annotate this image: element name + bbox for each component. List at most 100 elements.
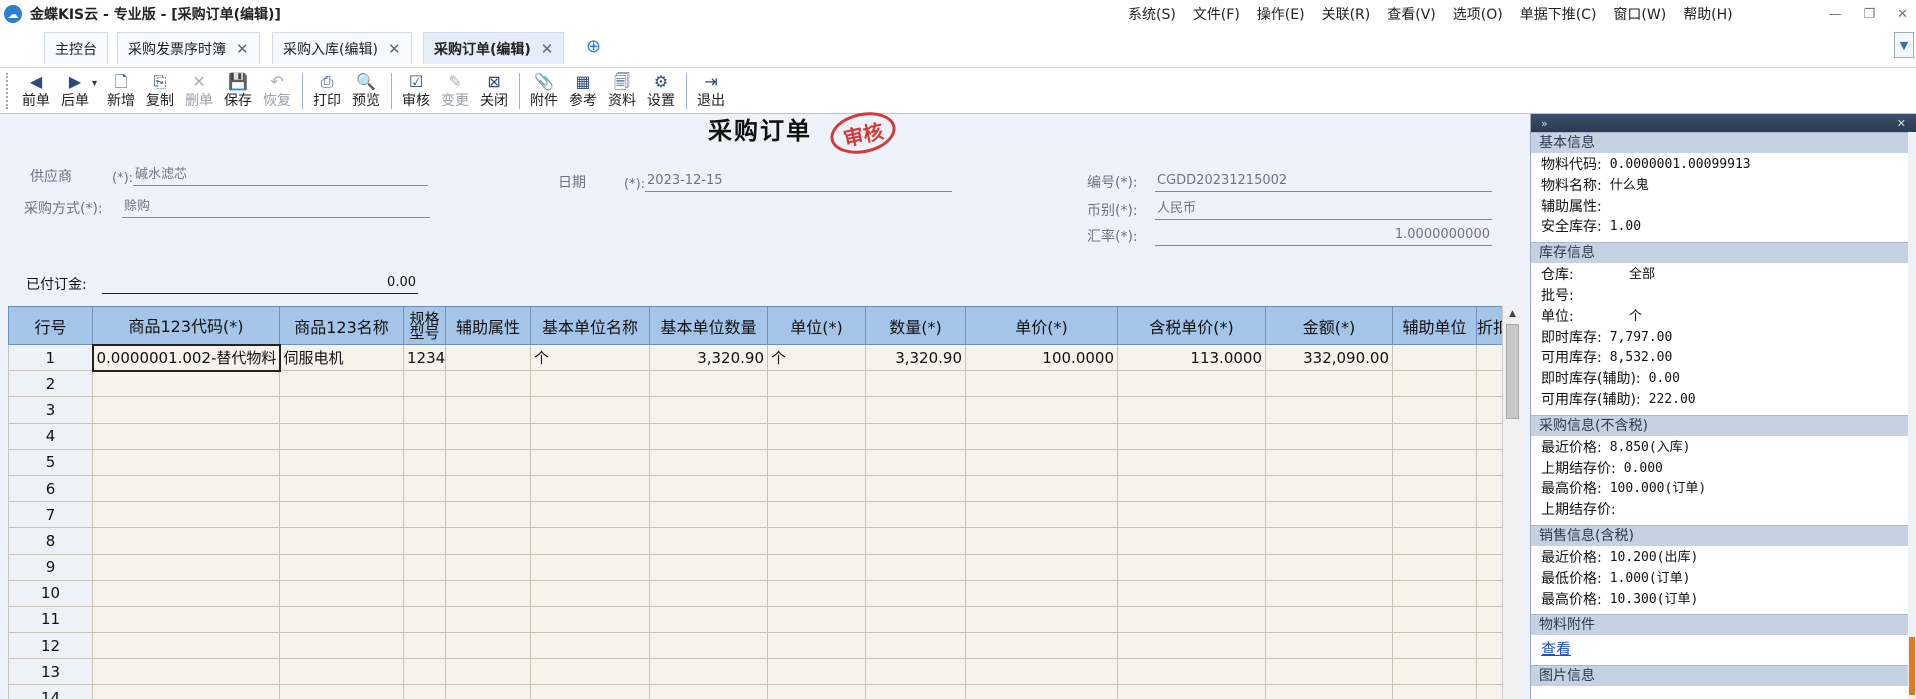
grid-cell[interactable] xyxy=(649,448,768,476)
grid-cell[interactable] xyxy=(1476,474,1502,503)
grid-cell[interactable] xyxy=(965,684,1118,699)
column-header[interactable]: 数量(*) xyxy=(865,306,966,345)
grid-cell[interactable] xyxy=(767,605,866,634)
attachment-button[interactable]: 📎 附件 xyxy=(528,70,560,112)
tab-purchase-order[interactable]: 采购订单(编辑) ✕ xyxy=(423,32,565,64)
toolbar-grip[interactable] xyxy=(6,72,10,109)
grid-cell[interactable] xyxy=(865,632,966,660)
table-row[interactable]: 5 xyxy=(8,448,1502,476)
grid-cell[interactable] xyxy=(1392,343,1477,372)
grid-cell[interactable] xyxy=(279,553,404,581)
grid-cell[interactable] xyxy=(403,370,446,398)
grid-cell[interactable] xyxy=(279,474,404,503)
grid-cell[interactable] xyxy=(279,370,404,398)
grid-cell[interactable] xyxy=(403,501,446,529)
table-row[interactable]: 7 xyxy=(8,501,1502,529)
table-row[interactable]: 4 xyxy=(8,422,1502,450)
grid-cell[interactable] xyxy=(1392,684,1477,699)
grid-cell[interactable] xyxy=(649,527,768,555)
grid-cell[interactable] xyxy=(403,422,446,450)
grid-cell[interactable] xyxy=(92,370,280,398)
grid-cell[interactable] xyxy=(1117,605,1266,634)
grid-cell[interactable] xyxy=(1117,684,1266,699)
grid-cell[interactable] xyxy=(649,501,768,529)
grid-cell[interactable] xyxy=(1392,579,1477,607)
grid-cell[interactable] xyxy=(279,658,404,686)
grid-cell[interactable]: 3,320.90 xyxy=(649,343,768,372)
close-tab-icon[interactable]: ✕ xyxy=(388,40,401,58)
minimize-icon[interactable]: — xyxy=(1828,7,1841,22)
grid-cell[interactable] xyxy=(965,396,1118,424)
grid-cell[interactable]: 100.0000 xyxy=(965,343,1118,372)
grid-cell[interactable] xyxy=(1265,658,1393,686)
reference-button[interactable]: ▦ 参考 xyxy=(567,70,599,112)
close-doc-button[interactable]: ⊠ 关闭 xyxy=(478,70,510,112)
grid-cell[interactable] xyxy=(1265,527,1393,555)
menu-item[interactable]: 选项(O) xyxy=(1453,4,1503,24)
grid-cell[interactable] xyxy=(279,632,404,660)
grid-cell[interactable] xyxy=(1476,422,1502,450)
grid-cell[interactable] xyxy=(1476,632,1502,660)
grid-cell[interactable] xyxy=(767,553,866,581)
column-header[interactable]: 基本单位名称 xyxy=(530,306,650,345)
grid-cell[interactable] xyxy=(865,422,966,450)
grid-cell[interactable] xyxy=(649,396,768,424)
column-header[interactable]: 商品123代码(*) xyxy=(92,306,280,345)
grid-cell[interactable] xyxy=(92,684,280,699)
grid-cell[interactable] xyxy=(1392,422,1477,450)
column-header[interactable]: 含税单价(*) xyxy=(1117,306,1266,345)
grid-cell[interactable] xyxy=(1117,632,1266,660)
grid-cell[interactable] xyxy=(445,422,531,450)
grid-cell[interactable] xyxy=(965,605,1118,634)
grid-cell[interactable] xyxy=(965,632,1118,660)
grid-cell[interactable] xyxy=(1476,579,1502,607)
grid-cell[interactable] xyxy=(1476,605,1502,634)
grid-cell[interactable] xyxy=(865,553,966,581)
column-header[interactable]: 单价(*) xyxy=(965,306,1118,345)
grid-cell[interactable] xyxy=(865,527,966,555)
grid-cell[interactable] xyxy=(1392,527,1477,555)
settings-button[interactable]: ⚙ 设置 xyxy=(645,70,677,112)
stock-info-header[interactable]: 库存信息 xyxy=(1531,242,1916,264)
grid-cell[interactable] xyxy=(649,658,768,686)
grid-cell[interactable] xyxy=(92,605,280,634)
grid-cell[interactable] xyxy=(92,527,280,555)
table-row[interactable]: 10.0000001.002-替代物料伺服电机12345个3,320.90个3,… xyxy=(8,343,1502,372)
panel-scrollbar[interactable] xyxy=(1908,132,1916,699)
grid-cell[interactable] xyxy=(1117,579,1266,607)
grid-cell[interactable] xyxy=(530,474,650,503)
grid-cell[interactable] xyxy=(767,448,866,476)
tab-list-dropdown-icon[interactable]: ▼ xyxy=(1894,32,1914,58)
grid-cell[interactable] xyxy=(279,501,404,529)
grid-cell[interactable] xyxy=(1392,501,1477,529)
grid-cell[interactable] xyxy=(767,658,866,686)
grid-cell[interactable] xyxy=(445,343,531,372)
grid-cell[interactable] xyxy=(279,684,404,699)
delete-button[interactable]: ✕ 删单 xyxy=(183,70,215,112)
grid-cell[interactable] xyxy=(403,658,446,686)
view-attachment-link[interactable]: 查看 xyxy=(1541,640,1571,658)
grid-cell[interactable] xyxy=(92,579,280,607)
grid-cell[interactable] xyxy=(649,370,768,398)
grid-cell[interactable] xyxy=(445,474,531,503)
add-tab-icon[interactable]: ⊕ xyxy=(586,36,606,57)
menu-item[interactable]: 单据下推(C) xyxy=(1520,4,1597,24)
grid-cell[interactable] xyxy=(279,396,404,424)
grid-cell[interactable] xyxy=(92,396,280,424)
menu-item[interactable]: 关联(R) xyxy=(1322,4,1371,24)
menu-item[interactable]: 系统(S) xyxy=(1128,4,1176,24)
grid-cell[interactable] xyxy=(767,396,866,424)
grid-cell[interactable] xyxy=(1476,370,1502,398)
table-row[interactable]: 11 xyxy=(8,605,1502,634)
grid-cell[interactable] xyxy=(403,553,446,581)
grid-cell[interactable] xyxy=(965,579,1118,607)
preview-button[interactable]: 🔍 预览 xyxy=(350,70,382,112)
grid-cell[interactable] xyxy=(1117,501,1266,529)
grid-cell[interactable] xyxy=(1476,448,1502,476)
grid-cell[interactable] xyxy=(445,605,531,634)
scroll-thumb[interactable] xyxy=(1506,324,1519,419)
grid-cell[interactable] xyxy=(530,370,650,398)
grid-cell[interactable] xyxy=(1476,396,1502,424)
grid-cell[interactable] xyxy=(649,605,768,634)
grid-cell[interactable] xyxy=(1117,370,1266,398)
